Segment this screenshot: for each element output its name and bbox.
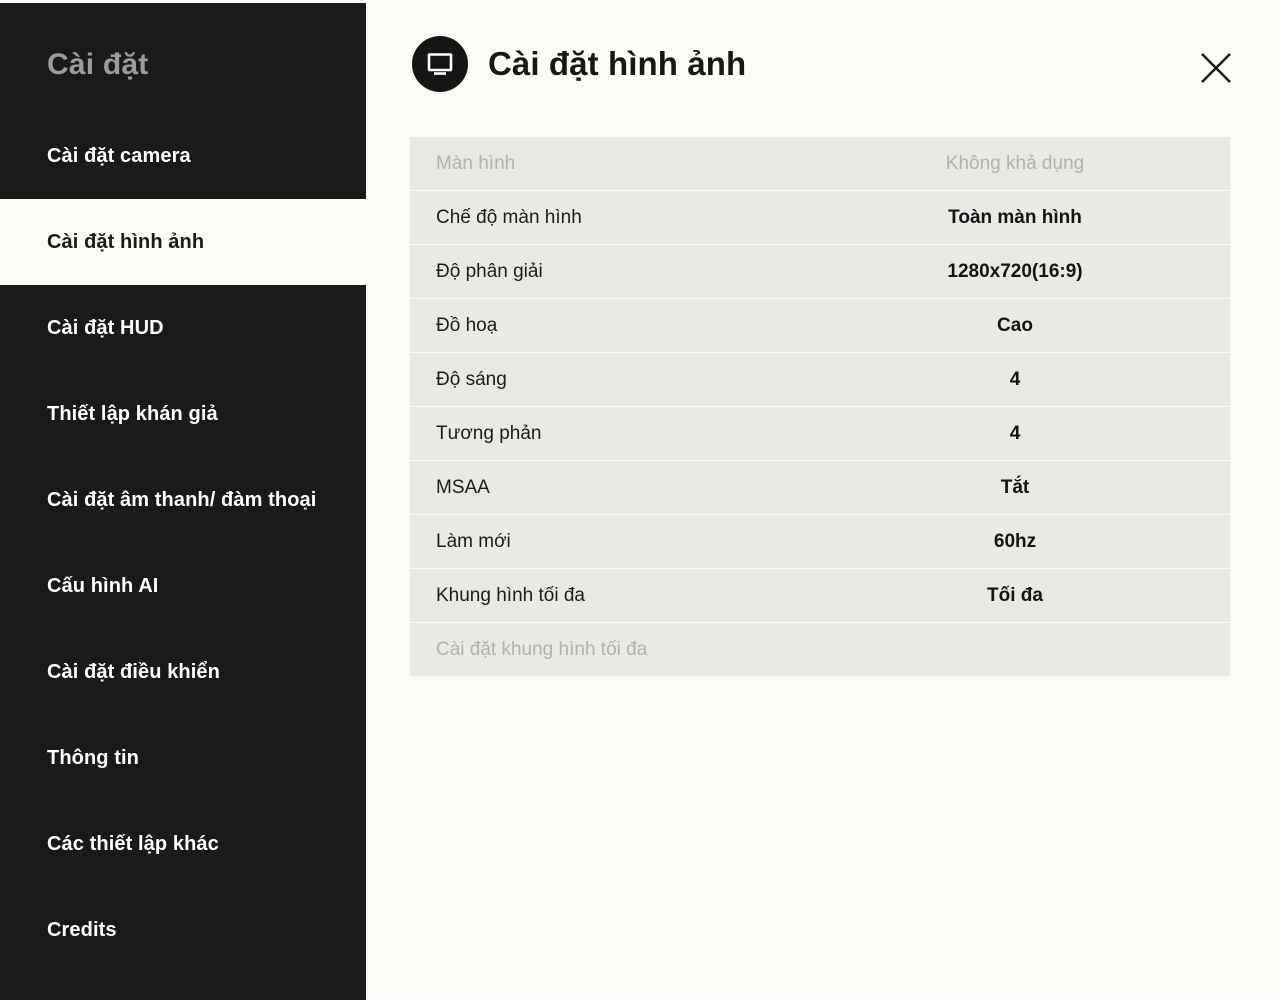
sidebar-item-9[interactable]: Các thiết lập khác <box>0 801 366 887</box>
sidebar-item-label: Cài đặt âm thanh/ đàm thoại <box>47 488 317 511</box>
sidebar-item-label: Cài đặt camera <box>47 144 191 167</box>
panel-header: Cài đặt hình ảnh <box>412 36 746 92</box>
setting-value[interactable]: 1280x720(16:9) <box>870 261 1160 283</box>
setting-label: Màn hình <box>436 152 516 174</box>
setting-row[interactable]: Độ phân giải 1280x720(16:9) <box>410 245 1230 298</box>
settings-screen: Cài đặt Cài đặt camera Cài đặt hình ảnh Cà… <box>0 0 1280 1000</box>
setting-row[interactable]: Khung hình tối đa Tối đa <box>410 569 1230 622</box>
sidebar-item-label: Các thiết lập khác <box>47 832 219 855</box>
setting-label: Đồ hoạ <box>436 314 498 336</box>
sidebar-item-7[interactable]: Cài đặt điều khiển <box>0 629 366 715</box>
sidebar-item-label: Credits <box>47 918 117 941</box>
sidebar-nav-list: Cài đặt camera Cài đặt hình ảnh Cài đặt HU… <box>0 113 370 973</box>
monitor-icon <box>412 36 468 92</box>
sidebar-item-8[interactable]: Thông tin <box>0 715 366 801</box>
sidebar-item-5[interactable]: Cài đặt âm thanh/ đàm thoại <box>0 457 366 543</box>
sidebar-item-label: Cài đặt điều khiển <box>47 660 220 683</box>
sidebar-title: Cài đặt <box>47 48 149 81</box>
page-title: Cài đặt hình ảnh <box>488 45 747 82</box>
sidebar-item-label: Cấu hình AI <box>47 574 159 597</box>
setting-value: Không khả dụng <box>945 152 1085 174</box>
setting-row[interactable]: Độ sáng 4 <box>410 353 1230 406</box>
setting-row[interactable]: MSAA Tắt <box>410 461 1230 514</box>
sidebar-item-label: Thiết lập khán giả <box>47 402 218 425</box>
setting-label: Tương phản <box>436 422 542 444</box>
sidebar-item-6[interactable]: Cấu hình AI <box>0 543 366 629</box>
sidebar-item-3[interactable]: Cài đặt HUD <box>0 285 366 371</box>
settings-table: Màn hình Không khả dụng Chế độ màn hình Toà… <box>410 137 1230 677</box>
setting-value[interactable]: 4 <box>870 423 1160 445</box>
sidebar-item-2[interactable]: Cài đặt hình ảnh <box>0 199 370 285</box>
sidebar-item-4[interactable]: Thiết lập khán giả <box>0 371 366 457</box>
setting-label: Cài đặt khung hình tối đa <box>436 638 648 660</box>
setting-row[interactable]: Tương phản 4 <box>410 407 1230 460</box>
sidebar-item-label: Cài đặt HUD <box>47 316 164 339</box>
setting-value[interactable]: Tắt <box>870 477 1160 499</box>
close-button[interactable] <box>1184 38 1248 100</box>
sidebar-item-10[interactable]: Credits <box>0 887 366 973</box>
setting-value[interactable]: Tối đa <box>870 585 1160 607</box>
setting-row: Cài đặt khung hình tối đa <box>410 623 1230 676</box>
sidebar-item-label: Thông tin <box>47 746 139 769</box>
setting-value[interactable]: Toàn màn hình <box>870 207 1160 229</box>
setting-label: Chế độ màn hình <box>436 206 582 228</box>
main-panel: Cài đặt hình ảnh Màn hình Không khả dụng C… <box>366 0 1280 1000</box>
setting-value[interactable]: Cao <box>870 315 1160 337</box>
setting-row[interactable]: Đồ hoạ Cao <box>410 299 1230 352</box>
sidebar: Cài đặt Cài đặt camera Cài đặt hình ảnh Cà… <box>0 3 370 1000</box>
setting-label: Làm mới <box>436 530 511 552</box>
setting-row[interactable]: Làm mới 60hz <box>410 515 1230 568</box>
close-icon <box>1199 51 1233 88</box>
setting-label: Khung hình tối đa <box>436 584 585 606</box>
setting-label: MSAA <box>436 476 490 498</box>
setting-label: Độ sáng <box>436 368 507 390</box>
setting-label: Độ phân giải <box>436 260 543 282</box>
setting-value[interactable]: 4 <box>870 369 1160 391</box>
sidebar-item-1[interactable]: Cài đặt camera <box>0 113 366 199</box>
setting-row[interactable]: Chế độ màn hình Toàn màn hình <box>410 191 1230 244</box>
setting-value[interactable]: 60hz <box>870 531 1160 553</box>
sidebar-item-label: Cài đặt hình ảnh <box>47 230 205 253</box>
setting-row: Màn hình Không khả dụng <box>410 137 1230 190</box>
